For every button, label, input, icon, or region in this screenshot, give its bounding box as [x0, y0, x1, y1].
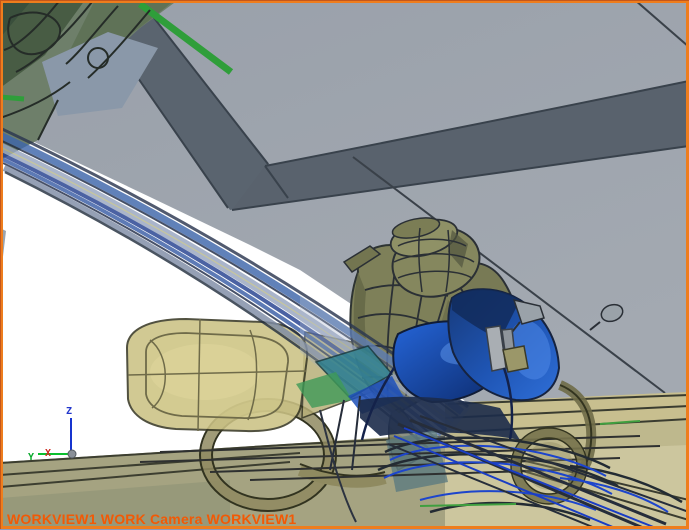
- model-canvas[interactable]: Z Y X WORKVIEW1 WORK Camera WORKVIEW1: [0, 0, 689, 530]
- cad-viewport[interactable]: Z Y X WORKVIEW1 WORK Camera WORKVIEW1: [0, 0, 689, 530]
- x-axis-label: X: [45, 448, 51, 459]
- view-status-text: WORKVIEW1 WORK Camera WORKVIEW1: [7, 511, 296, 527]
- highlighted-edge-green-2: [0, 97, 24, 99]
- y-axis-label: Y: [28, 452, 34, 463]
- csys-origin: [68, 450, 76, 458]
- z-axis-label: Z: [66, 406, 72, 417]
